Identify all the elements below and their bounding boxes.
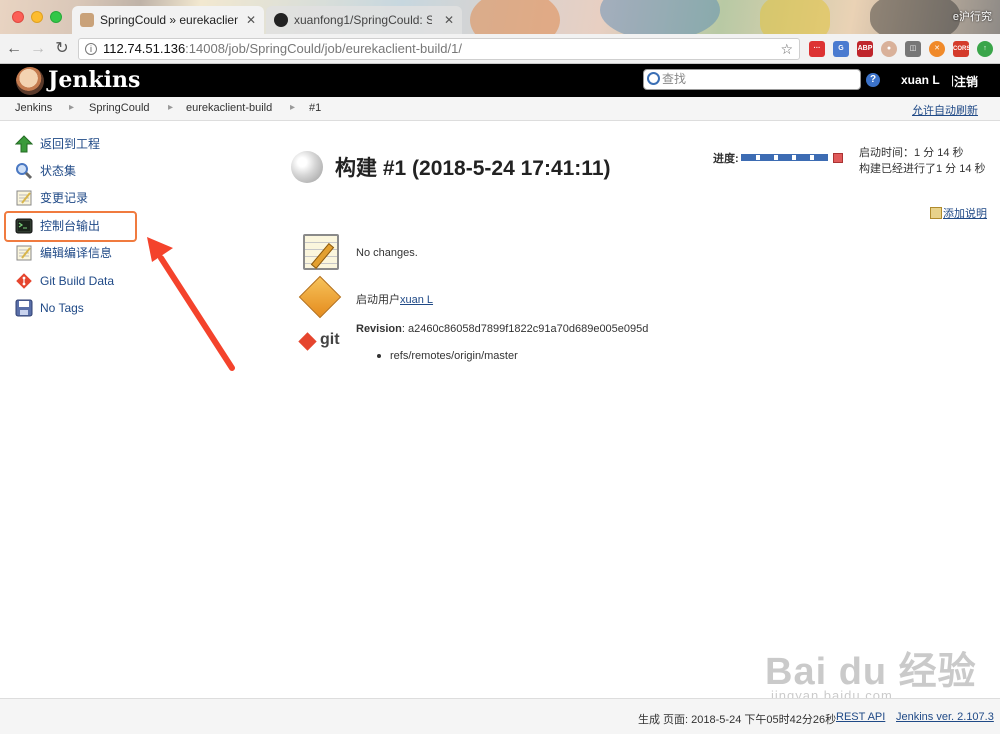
user-cause-icon: [298, 275, 342, 319]
rest-api-link[interactable]: REST API: [836, 711, 885, 723]
wallpaper-art: [470, 0, 560, 34]
browser-tab-active[interactable]: SpringCould » eurekaclient-buil ✕: [72, 6, 264, 34]
console-output-highlight: [4, 211, 137, 242]
wallpaper-art: [870, 0, 960, 34]
url-host: 112.74.51.136: [103, 41, 186, 56]
stop-build-icon[interactable]: [833, 153, 843, 163]
git-icon: [16, 273, 32, 289]
browser-tab-bar: SpringCould » eurekaclient-buil ✕ xuanfo…: [0, 0, 1000, 34]
build-status-ball-icon: [291, 151, 323, 183]
close-icon[interactable]: ✕: [444, 6, 454, 34]
extension-icon[interactable]: ◫: [905, 41, 921, 57]
progress-label: 进度:: [713, 153, 739, 165]
started-by-prefix: 启动用户: [356, 294, 400, 306]
search-placeholder: 查找: [662, 72, 687, 86]
cors-extension-icon[interactable]: CORS: [953, 41, 970, 57]
user-link[interactable]: xuan L: [901, 73, 940, 87]
breadcrumb-item[interactable]: SpringCould: [89, 102, 150, 114]
page-generated-time: 生成 页面: 2018-5-24 下午05时42分26秒: [638, 714, 837, 726]
elapsed-time: 构建已经进行了1 分 14 秒: [859, 163, 986, 175]
address-bar: ← → ↻ i 112.74.51.136:14008/job/SpringCo…: [0, 34, 1000, 64]
breadcrumb-separator-icon: ▸: [290, 102, 296, 113]
adblock-extension-icon[interactable]: ABP: [857, 41, 873, 57]
sidebar-item-label: 返回到工程: [40, 137, 101, 151]
watermark-main: Bai du 经验: [765, 651, 977, 693]
page-title: 构建 #1 (2018-5-24 17:41:11): [335, 157, 611, 180]
window-zoom-button[interactable]: [50, 11, 62, 23]
revision-label: Revision: [356, 323, 402, 335]
add-description-label: 添加说明: [943, 208, 987, 220]
no-changes-text: No changes.: [356, 247, 418, 259]
tab-title: SpringCould » eurekaclient-buil: [100, 13, 238, 27]
search-icon: [647, 72, 660, 85]
progress-bar[interactable]: [741, 154, 828, 161]
revision-text: Revision: a2460c86058d7899f1822c91a70d68…: [356, 323, 648, 335]
list-bullet-icon: [377, 354, 381, 358]
edit-icon: [930, 207, 942, 219]
git-word: git: [320, 331, 340, 348]
help-icon[interactable]: ?: [866, 73, 880, 87]
forward-arrow-icon[interactable]: →: [28, 39, 48, 59]
git-logo-icon: git: [298, 331, 344, 352]
notepad-icon: [16, 245, 32, 261]
info-icon[interactable]: i: [85, 43, 97, 55]
jenkins-header: Jenkins 查找 ? xuan L | 注销: [0, 64, 1000, 97]
window-close-button[interactable]: [12, 11, 24, 23]
profile-name[interactable]: e沪行究: [953, 8, 992, 24]
jenkins-version-link[interactable]: Jenkins ver. 2.107.3: [896, 711, 994, 723]
breadcrumb: Jenkins ▸ SpringCould ▸ eurekaclient-bui…: [0, 97, 1000, 121]
bookmark-star-icon[interactable]: ☆: [780, 39, 793, 59]
translate-extension-icon[interactable]: G: [833, 41, 849, 57]
sidebar-item-label: Git Build Data: [40, 274, 115, 288]
extension-icon[interactable]: ↑: [977, 41, 993, 57]
sidebar-item-label: No Tags: [40, 301, 84, 315]
notepad-icon: [303, 234, 339, 270]
git-diamond-icon: [298, 332, 317, 351]
up-arrow-icon: [15, 135, 33, 153]
breadcrumb-separator-icon: ▸: [69, 102, 75, 113]
started-by-text: 启动用户xuan L: [356, 291, 433, 307]
sidebar-item-label: 状态集: [40, 164, 77, 178]
sidebar-item-label: 变更记录: [40, 191, 89, 205]
close-icon[interactable]: ✕: [246, 6, 256, 34]
breadcrumb-item[interactable]: #1: [309, 102, 321, 114]
url-input[interactable]: i 112.74.51.136:14008/job/SpringCould/jo…: [78, 38, 800, 60]
started-by-user-link[interactable]: xuan L: [400, 294, 433, 306]
extension-icon[interactable]: ···: [809, 41, 825, 57]
breadcrumb-separator-icon: ▸: [168, 102, 174, 113]
start-time: 启动时间：1 分 14 秒: [859, 147, 964, 159]
reload-icon[interactable]: ↻: [52, 39, 72, 59]
extension-icon[interactable]: ●: [881, 41, 897, 57]
add-description-link[interactable]: 添加说明: [930, 205, 987, 221]
search-icon: [16, 163, 33, 180]
sidebar-item-label: 编辑编译信息: [40, 246, 113, 260]
jenkins-title[interactable]: Jenkins: [48, 67, 140, 93]
wallpaper-art: [760, 0, 830, 34]
search-input[interactable]: 查找: [643, 69, 861, 90]
breadcrumb-item[interactable]: eurekaclient-build: [186, 102, 272, 114]
jenkins-logo-icon[interactable]: [16, 67, 44, 95]
jenkins-favicon-icon: [80, 13, 94, 27]
breadcrumb-item[interactable]: Jenkins: [15, 102, 52, 114]
auto-refresh-link[interactable]: 允许自动刷新: [912, 102, 978, 118]
window-minimize-button[interactable]: [31, 11, 43, 23]
branch-name: refs/remotes/origin/master: [390, 350, 518, 362]
github-favicon-icon: [274, 13, 288, 27]
revision-value: : a2460c86058d7899f1822c91a70d689e005e09…: [401, 323, 649, 335]
tab-title: xuanfong1/SpringCould: Sprin: [294, 13, 432, 27]
url-path: :14008/job/SpringCould/job/eurekaclient-…: [185, 41, 462, 56]
logout-link[interactable]: 注销: [954, 73, 978, 90]
browser-tab[interactable]: xuanfong1/SpringCould: Sprin ✕: [266, 6, 462, 34]
save-icon: [15, 299, 33, 317]
wallpaper-art: [600, 0, 720, 34]
page-footer: 生成 页面: 2018-5-24 下午05时42分26秒 REST API Je…: [0, 698, 1000, 734]
extension-icon[interactable]: ✕: [929, 41, 945, 57]
back-arrow-icon[interactable]: ←: [4, 39, 24, 59]
notepad-icon: [16, 190, 32, 206]
